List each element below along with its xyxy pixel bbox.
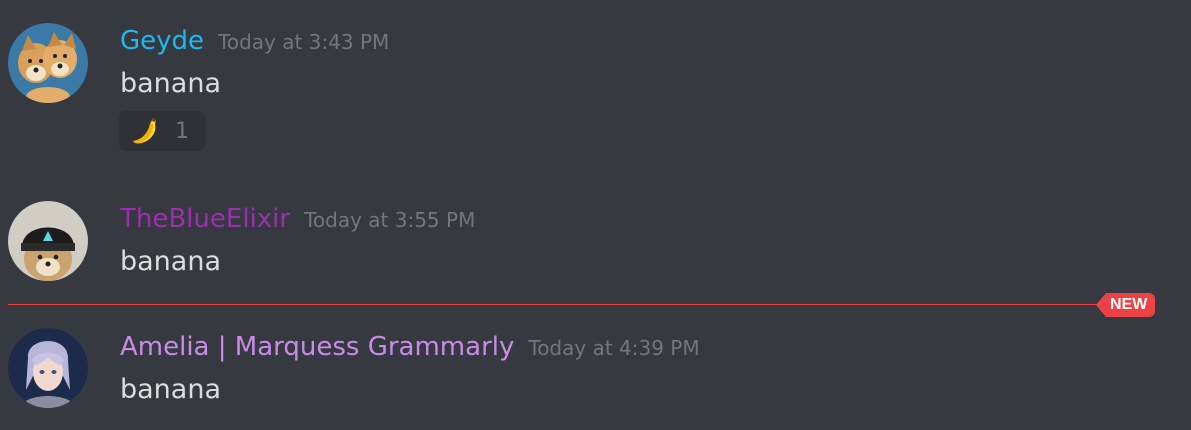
message: TheBlueElixir Today at 3:55 PM banana bbox=[0, 180, 1191, 290]
username[interactable]: TheBlueElixir bbox=[120, 204, 290, 234]
timestamp[interactable]: Today at 3:55 PM bbox=[304, 208, 475, 232]
reaction-count: 1 bbox=[175, 118, 189, 144]
timestamp[interactable]: Today at 3:43 PM bbox=[218, 30, 389, 54]
message-header: Geyde Today at 3:43 PM bbox=[120, 26, 389, 56]
message-content: banana bbox=[120, 246, 221, 277]
message-content: banana bbox=[120, 374, 221, 405]
reaction-button[interactable]: 1 bbox=[119, 111, 205, 151]
username[interactable]: Geyde bbox=[120, 26, 204, 56]
avatar[interactable] bbox=[8, 23, 88, 103]
message: Amelia | Marquess Grammarly Today at 4:39… bbox=[0, 310, 1191, 430]
message-header: Amelia | Marquess Grammarly Today at 4:39… bbox=[120, 332, 700, 362]
banana-emoji-icon bbox=[133, 118, 156, 144]
message-header: TheBlueElixir Today at 3:55 PM bbox=[120, 204, 475, 234]
shiba-beanie-avatar-icon bbox=[8, 201, 88, 281]
doge-avatar-icon bbox=[8, 23, 88, 103]
timestamp[interactable]: Today at 4:39 PM bbox=[528, 336, 699, 360]
new-messages-divider bbox=[8, 304, 1108, 305]
message-content: banana bbox=[120, 68, 221, 99]
avatar[interactable] bbox=[8, 201, 88, 281]
avatar[interactable] bbox=[8, 328, 88, 408]
anime-character-avatar-icon bbox=[8, 328, 88, 408]
message: Geyde Today at 3:43 PM banana 1 bbox=[0, 0, 1191, 160]
username[interactable]: Amelia | Marquess Grammarly bbox=[120, 332, 514, 362]
